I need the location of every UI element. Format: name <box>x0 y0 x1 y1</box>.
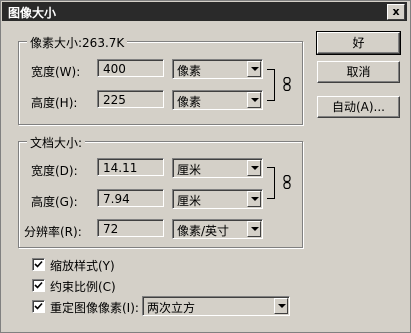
auto-button[interactable]: 自动(A)... <box>317 96 400 118</box>
pixel-height-label: 高度(H): <box>31 96 78 110</box>
pixel-width-input[interactable]: 400 <box>97 59 164 77</box>
scale-styles-checkbox[interactable] <box>32 258 45 271</box>
title-bar[interactable]: 图像大小 x <box>2 2 407 21</box>
doc-height-input[interactable]: 7.94 <box>97 189 164 207</box>
chain-link-icon <box>283 175 291 189</box>
resample-label[interactable]: 重定图像像素(I): <box>50 299 139 316</box>
pixel-dimensions-group: 像素大小:263.7K <box>18 34 303 125</box>
pixel-height-unit-select[interactable]: 像素 <box>172 90 263 110</box>
pixel-width-unit-select[interactable]: 像素 <box>172 59 263 79</box>
chevron-down-icon[interactable] <box>247 160 261 176</box>
doc-height-unit-value: 厘米 <box>177 194 202 208</box>
resample-method-value: 两次立方 <box>147 301 196 315</box>
close-button[interactable]: x <box>387 4 405 20</box>
pixel-height-input[interactable]: 225 <box>97 90 164 108</box>
doc-width-unit-select[interactable]: 厘米 <box>172 158 263 178</box>
checkmark-icon <box>34 302 43 310</box>
doc-height-label: 高度(G): <box>31 195 78 209</box>
chevron-down-icon[interactable] <box>247 61 261 77</box>
resolution-input[interactable]: 72 <box>97 219 164 237</box>
doc-width-unit-value: 厘米 <box>177 163 202 177</box>
resample-method-select[interactable]: 两次立方 <box>142 296 290 316</box>
ok-button[interactable]: 好 <box>316 31 401 55</box>
doc-constrain-bracket <box>267 167 275 199</box>
resolution-label: 分辨率(R): <box>24 225 82 239</box>
cancel-button[interactable]: 取消 <box>317 61 400 83</box>
dialog-title: 图像大小 <box>8 6 57 20</box>
doc-height-unit-select[interactable]: 厘米 <box>172 189 263 209</box>
pixel-dimensions-legend: 像素大小:263.7K <box>27 34 128 51</box>
chevron-down-icon[interactable] <box>274 298 288 314</box>
chevron-down-icon[interactable] <box>247 191 261 207</box>
constrain-bracket <box>267 69 275 101</box>
scale-styles-label[interactable]: 缩放样式(Y) <box>50 257 115 274</box>
checkmark-icon <box>34 260 43 268</box>
pixel-height-unit-value: 像素 <box>177 95 202 109</box>
checkmark-icon <box>34 281 43 289</box>
pixel-width-unit-value: 像素 <box>177 64 202 78</box>
resolution-unit-select[interactable]: 像素/英寸 <box>172 219 263 239</box>
constrain-proportions-label[interactable]: 约束比例(C) <box>50 278 116 295</box>
chevron-down-icon[interactable] <box>247 221 261 237</box>
pixel-width-label: 宽度(W): <box>31 65 81 79</box>
resolution-unit-value: 像素/英寸 <box>177 224 230 238</box>
document-size-legend: 文档大小: <box>27 134 86 151</box>
chevron-down-icon[interactable] <box>247 92 261 108</box>
doc-width-input[interactable]: 14.11 <box>97 158 164 176</box>
image-size-dialog: 图像大小 x 像素大小:263.7K 宽度(W): 400 像素 高度(H): … <box>0 0 411 333</box>
resample-checkbox[interactable] <box>32 300 45 313</box>
doc-width-label: 宽度(D): <box>31 164 78 178</box>
constrain-proportions-checkbox[interactable] <box>32 279 45 292</box>
chain-link-icon <box>283 77 291 91</box>
